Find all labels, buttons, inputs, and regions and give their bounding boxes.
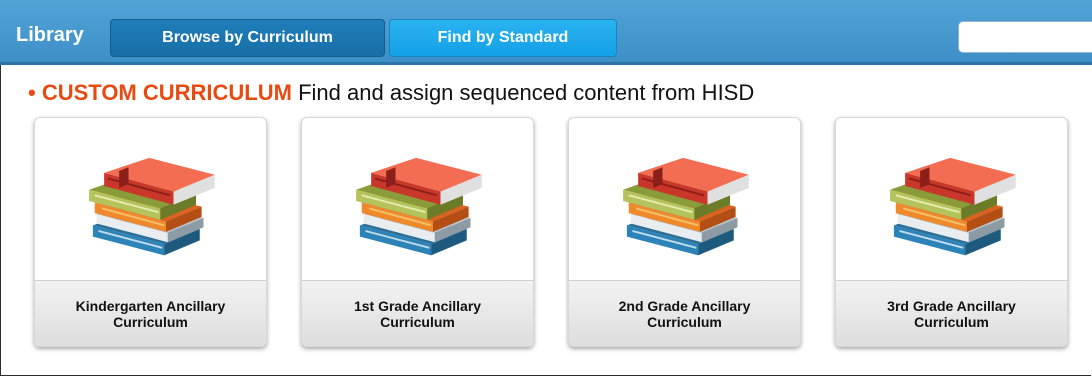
books-stack-icon bbox=[87, 156, 216, 256]
card-footer: 1st Grade Ancillary Curriculum bbox=[302, 280, 533, 346]
books-stack-icon bbox=[888, 156, 1017, 256]
curriculum-card-3rd-grade[interactable]: 3rd Grade Ancillary Curriculum bbox=[835, 117, 1068, 347]
card-title: 3rd Grade Ancillary Curriculum bbox=[887, 297, 1016, 330]
card-title: 1st Grade Ancillary Curriculum bbox=[353, 297, 482, 330]
section-description: Find and assign sequenced content from H… bbox=[298, 80, 755, 105]
curriculum-card-kindergarten[interactable]: Kindergarten Ancillary Curriculum bbox=[34, 117, 267, 347]
section-label: CUSTOM CURRICULUM bbox=[41, 80, 292, 105]
card-footer: 3rd Grade Ancillary Curriculum bbox=[836, 280, 1067, 346]
search-input[interactable] bbox=[958, 21, 1092, 53]
card-title: Kindergarten Ancillary Curriculum bbox=[75, 297, 226, 330]
card-image bbox=[35, 118, 266, 281]
section-heading: • CUSTOM CURRICULUM Find and assign sequ… bbox=[28, 80, 754, 106]
card-footer: Kindergarten Ancillary Curriculum bbox=[35, 280, 266, 346]
curriculum-card-2nd-grade[interactable]: 2nd Grade Ancillary Curriculum bbox=[568, 117, 801, 347]
tab-find-by-standard[interactable]: Find by Standard bbox=[389, 19, 617, 57]
books-stack-icon bbox=[621, 156, 750, 256]
card-title: 2nd Grade Ancillary Curriculum bbox=[618, 297, 751, 330]
section-bullet: • bbox=[28, 80, 36, 105]
library-header-bar: Library Browse by Curriculum Find by Sta… bbox=[0, 0, 1092, 65]
books-stack-icon bbox=[354, 156, 483, 256]
curriculum-card-1st-grade[interactable]: 1st Grade Ancillary Curriculum bbox=[301, 117, 534, 347]
library-title: Library bbox=[16, 24, 84, 46]
card-footer: 2nd Grade Ancillary Curriculum bbox=[569, 280, 800, 346]
tab-browse-by-curriculum[interactable]: Browse by Curriculum bbox=[110, 19, 385, 57]
card-image bbox=[569, 118, 800, 281]
card-image bbox=[302, 118, 533, 281]
card-image bbox=[836, 118, 1067, 281]
